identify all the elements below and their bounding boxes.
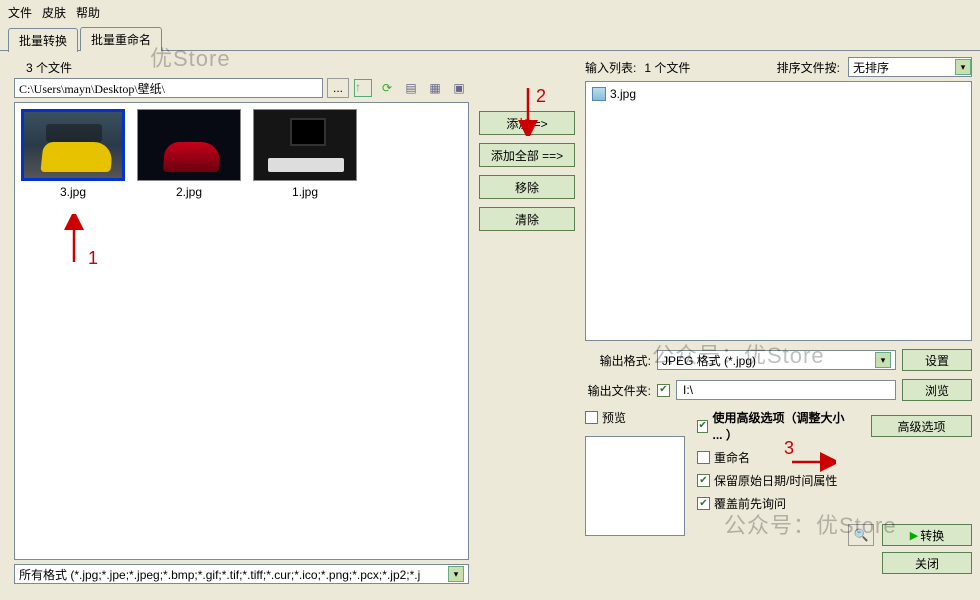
use-advanced-checkbox[interactable]: ✔: [697, 420, 708, 433]
ask-overwrite-checkbox[interactable]: ✔: [697, 497, 710, 510]
preview-box: [585, 436, 685, 536]
thumb-label: 2.jpg: [176, 185, 202, 199]
add-all-button[interactable]: 添加全部 ==>: [479, 143, 575, 167]
view-thumb-icon[interactable]: ▣: [449, 78, 469, 98]
thumb-label: 1.jpg: [292, 185, 318, 199]
close-button[interactable]: 关闭: [882, 552, 972, 574]
thumb-image: [253, 109, 357, 181]
input-file-list[interactable]: 3.jpg: [585, 81, 972, 341]
clear-button[interactable]: 清除: [479, 207, 575, 231]
keep-date-checkbox[interactable]: ✔: [697, 474, 710, 487]
output-format-value: JPEG 格式 (*.jpg): [662, 352, 756, 369]
view-detail-icon[interactable]: ▦: [425, 78, 445, 98]
convert-button[interactable]: ▶ 转换: [882, 524, 972, 546]
preview-label: 预览: [602, 409, 626, 426]
menu-bar: 文件 皮肤 帮助: [0, 0, 980, 25]
search-icon-button[interactable]: 🔍: [848, 524, 874, 546]
thumb-item[interactable]: 2.jpg: [137, 109, 241, 199]
sort-select[interactable]: 无排序 ▾: [848, 57, 972, 77]
remove-button[interactable]: 移除: [479, 175, 575, 199]
add-button[interactable]: 添加 =>: [479, 111, 575, 135]
chevron-down-icon: ▾: [448, 566, 464, 582]
use-advanced-label: 使用高级选项（调整大小 ... ）: [712, 409, 851, 443]
thumbnail-panel: 3.jpg 2.jpg 1.jpg: [14, 102, 469, 560]
file-count-label: 3 个文件: [26, 59, 469, 76]
rename-label: 重命名: [714, 449, 750, 466]
format-settings-button[interactable]: 设置: [902, 349, 972, 371]
advanced-options-button[interactable]: 高级选项: [871, 415, 972, 437]
output-format-label: 输出格式:: [585, 352, 651, 369]
path-input[interactable]: [14, 78, 323, 98]
thumb-item[interactable]: 1.jpg: [253, 109, 357, 199]
output-folder-browse-button[interactable]: 浏览: [902, 379, 972, 401]
thumb-item[interactable]: 3.jpg: [21, 109, 125, 199]
sort-value: 无排序: [853, 59, 889, 76]
input-list-label: 输入列表:: [585, 59, 636, 76]
view-list-icon[interactable]: ▤: [401, 78, 421, 98]
output-folder-input[interactable]: [676, 380, 896, 400]
list-item-label: 3.jpg: [610, 87, 636, 101]
refresh-icon[interactable]: ⟳: [377, 78, 397, 98]
chevron-down-icon: ▾: [955, 59, 971, 75]
output-format-select[interactable]: JPEG 格式 (*.jpg) ▾: [657, 350, 896, 370]
tab-bar: 批量转换 批量重命名: [8, 27, 980, 51]
menu-skin[interactable]: 皮肤: [42, 4, 66, 21]
thumb-label: 3.jpg: [60, 185, 86, 199]
ask-overwrite-label: 覆盖前先询问: [714, 495, 786, 512]
play-icon: ▶: [910, 529, 918, 542]
preview-checkbox[interactable]: [585, 411, 598, 424]
keep-date-label: 保留原始日期/时间属性: [714, 472, 837, 489]
output-folder-label: 输出文件夹:: [585, 382, 651, 399]
tab-batch-rename[interactable]: 批量重命名: [80, 27, 162, 51]
format-filter-select[interactable]: 所有格式 (*.jpg;*.jpe;*.jpeg;*.bmp;*.gif;*.t…: [14, 564, 469, 584]
rename-checkbox[interactable]: [697, 451, 710, 464]
browse-button[interactable]: ...: [327, 78, 349, 98]
thumb-image: [137, 109, 241, 181]
up-folder-icon[interactable]: ↑: [353, 78, 373, 98]
file-icon: [592, 87, 606, 101]
output-folder-checkbox[interactable]: ✔: [657, 384, 670, 397]
tab-batch-convert[interactable]: 批量转换: [8, 28, 78, 52]
menu-help[interactable]: 帮助: [76, 4, 100, 21]
chevron-down-icon: ▾: [875, 352, 891, 368]
menu-file[interactable]: 文件: [8, 4, 32, 21]
input-count: 1 个文件: [644, 59, 690, 76]
sort-label: 排序文件按:: [777, 59, 840, 76]
format-filter-text: 所有格式 (*.jpg;*.jpe;*.jpeg;*.bmp;*.gif;*.t…: [19, 566, 420, 583]
thumb-image: [21, 109, 125, 181]
list-item[interactable]: 3.jpg: [590, 86, 967, 102]
